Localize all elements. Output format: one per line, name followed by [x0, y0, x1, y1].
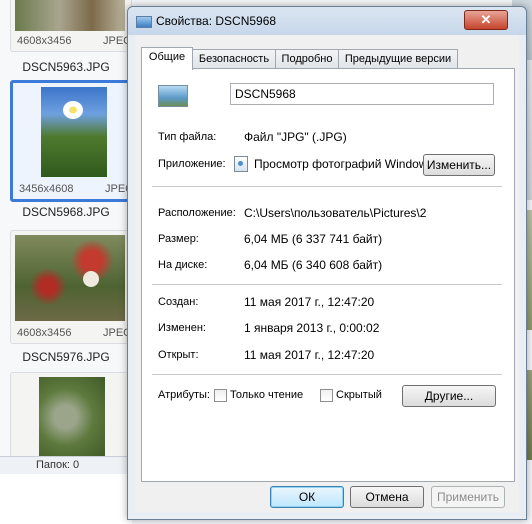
tab-previous-versions[interactable]: Предыдущие версии: [338, 49, 458, 69]
close-icon: ✕: [480, 12, 492, 27]
thumbnail-tile-selected[interactable]: 3456x4608 JPEG: [10, 80, 136, 202]
application-label: Приложение:: [158, 158, 226, 170]
status-bar: Папок: 0: [0, 456, 132, 475]
tab-strip: Общие Безопасность Подробно Предыдущие в…: [141, 47, 513, 70]
attributes-label: Атрибуты:: [158, 389, 210, 401]
image-file-icon: [158, 85, 188, 107]
hidden-label[interactable]: Скрытый: [336, 389, 382, 401]
size-on-disk-label: На диске:: [158, 259, 208, 271]
separator: [152, 284, 502, 285]
title-bar[interactable]: Свойства: DSCN5968 ✕: [128, 7, 526, 35]
file-name-label[interactable]: DSCN5976.JPG: [0, 350, 132, 364]
dialog-client: Общие Безопасность Подробно Предыдущие в…: [135, 35, 519, 512]
tab-general[interactable]: Общие: [141, 47, 193, 70]
accessed-value: 11 мая 2017 г., 12:47:20: [244, 348, 375, 362]
hidden-checkbox[interactable]: [320, 389, 333, 402]
photo-viewer-icon: [234, 156, 248, 172]
separator: [152, 186, 502, 187]
image-dimensions: 4608x3456: [17, 35, 72, 47]
dialog-title: Свойства: DSCN5968: [156, 14, 277, 28]
application-value: Просмотр фотографий Windows: [254, 157, 434, 171]
size-on-disk-value: 6,04 МБ (6 340 608 байт): [244, 258, 383, 272]
modified-value: 1 января 2013 г., 0:00:02: [244, 321, 380, 335]
image-dimensions: 4608x3456: [17, 327, 72, 339]
photo-thumbnail: [15, 0, 125, 31]
separator: [152, 374, 502, 375]
file-name-label[interactable]: DSCN5963.JPG: [0, 60, 132, 74]
image-dimensions: 3456x4608: [19, 183, 74, 195]
photo-thumbnail: [39, 377, 105, 457]
change-button[interactable]: Изменить...: [423, 154, 495, 176]
thumbnail-pane: 4608x3456 JPEG DSCN5963.JPG 3456x4608 JPEG…: [0, 0, 136, 464]
folder-count: Папок: 0: [36, 459, 80, 471]
general-tab-panel: DSCN5968 Тип файла: Файл "JPG" (.JPG) Пр…: [141, 68, 515, 482]
thumbnail-tile[interactable]: 4608x3456 JPEG: [10, 0, 132, 52]
created-label: Создан:: [158, 296, 199, 308]
location-label: Расположение:: [158, 207, 236, 219]
file-name-field[interactable]: DSCN5968: [230, 83, 494, 105]
size-value: 6,04 МБ (6 337 741 байт): [244, 232, 383, 246]
thumbnail-tile[interactable]: 4608x3456 JPEG: [10, 230, 132, 344]
close-button[interactable]: ✕: [464, 10, 508, 30]
flower-shape: [63, 101, 83, 119]
apply-button[interactable]: Применить: [431, 486, 505, 508]
photo-thumbnail: [41, 87, 107, 177]
readonly-label[interactable]: Только чтение: [230, 389, 303, 401]
thumbnail-tile[interactable]: [10, 372, 132, 464]
file-name-label[interactable]: DSCN5968.JPG: [0, 205, 132, 219]
advanced-button[interactable]: Другие...: [402, 385, 496, 407]
tab-security[interactable]: Безопасность: [192, 49, 276, 69]
image-file-icon: [136, 16, 152, 28]
properties-dialog: Свойства: DSCN5968 ✕ Общие Безопасность …: [127, 6, 527, 520]
size-label: Размер:: [158, 233, 199, 245]
tab-details[interactable]: Подробно: [275, 49, 339, 69]
accessed-label: Открыт:: [158, 349, 199, 361]
modified-label: Изменен:: [158, 322, 206, 334]
cancel-button[interactable]: Отмена: [350, 486, 424, 508]
file-type-value: Файл "JPG" (.JPG): [244, 130, 347, 144]
flower-shape: [83, 271, 99, 287]
location-value: C:\Users\пользователь\Pictures\2: [244, 206, 427, 220]
ok-button[interactable]: ОК: [270, 486, 344, 508]
file-type-label: Тип файла:: [158, 131, 217, 143]
readonly-checkbox[interactable]: [214, 389, 227, 402]
photo-thumbnail: [15, 235, 125, 321]
created-value: 11 мая 2017 г., 12:47:20: [244, 295, 375, 309]
